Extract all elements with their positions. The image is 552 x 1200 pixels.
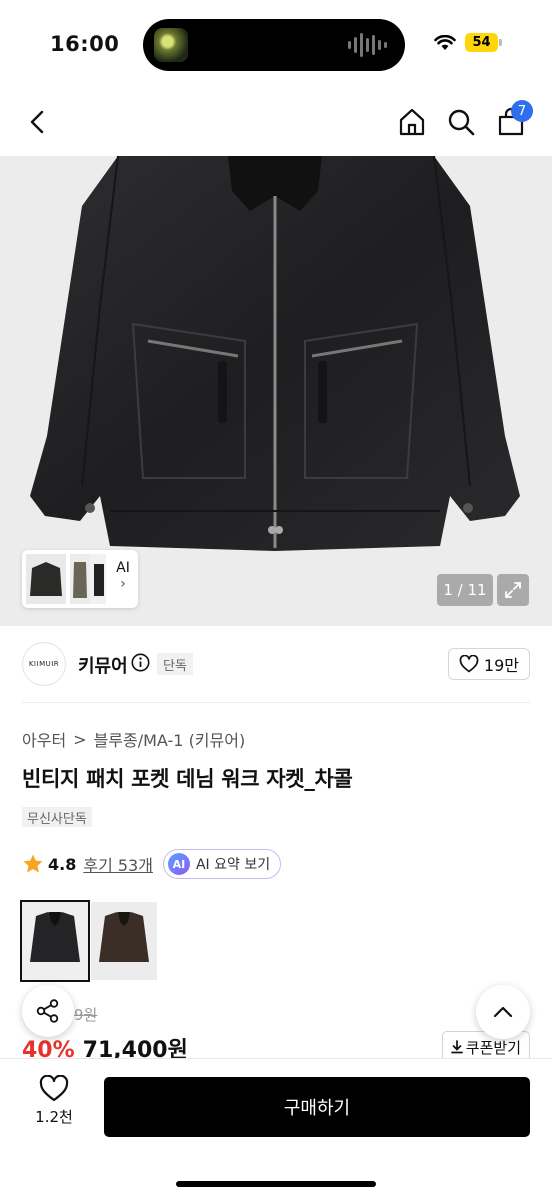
brand-name[interactable]: 키뮤어 xyxy=(78,652,128,678)
swatch-image-brown xyxy=(91,902,157,980)
ai-badge-icon: AI xyxy=(167,853,190,875)
wishlist-count: 1.2천 xyxy=(35,1108,73,1126)
cart-button[interactable]: 7 xyxy=(491,100,533,142)
back-button[interactable] xyxy=(18,102,58,142)
product-title: 빈티지 패치 포켓 데님 워크 자켓_차콜 xyxy=(22,767,353,791)
breadcrumb-separator: > xyxy=(73,729,87,749)
expand-icon xyxy=(505,582,521,598)
search-button[interactable] xyxy=(441,102,481,142)
fullscreen-button[interactable] xyxy=(497,574,529,606)
reviews-link[interactable]: 후기 53개 xyxy=(83,852,153,876)
home-icon xyxy=(399,108,425,136)
image-page-counter: 1 / 11 xyxy=(437,574,493,606)
breadcrumb: 아우터 > 블루종/MA-1 (키뮤어) xyxy=(22,727,245,751)
ai-label: AI xyxy=(116,560,130,576)
breadcrumb-category[interactable]: 아우터 xyxy=(22,727,66,751)
wishlist-button[interactable]: 1.2천 xyxy=(22,1075,86,1127)
heart-icon xyxy=(459,655,479,673)
info-icon[interactable] xyxy=(131,653,150,672)
brand-logo[interactable]: KIIMUIR xyxy=(22,642,66,686)
chevron-left-icon xyxy=(30,110,44,134)
rating-value: 4.8 xyxy=(48,854,77,874)
share-icon xyxy=(36,999,59,1023)
coupon-label: 쿠폰받기 xyxy=(465,1038,521,1057)
buy-button[interactable]: 구매하기 xyxy=(104,1077,530,1137)
search-icon xyxy=(448,109,475,136)
now-playing-artwork xyxy=(154,28,188,62)
exclusive-tag: 단독 xyxy=(157,653,193,675)
ai-summary-button[interactable]: AI AI 요약 보기 xyxy=(162,849,282,879)
battery-icon: 54 xyxy=(465,33,502,52)
status-bar: 16:00 54 xyxy=(0,0,552,88)
section-divider xyxy=(22,702,530,703)
outfit-thumbnail-images xyxy=(26,554,106,604)
status-time: 16:00 xyxy=(50,32,120,56)
dynamic-island[interactable] xyxy=(143,19,405,71)
brand-like-button[interactable]: 19만 xyxy=(447,648,530,680)
original-price: 9원 xyxy=(74,1006,98,1024)
cart-count-badge: 7 xyxy=(511,100,533,122)
wifi-icon xyxy=(434,34,456,50)
chevron-up-icon xyxy=(493,1006,513,1018)
scroll-to-top-button[interactable] xyxy=(476,985,530,1039)
store-exclusive-tag: 무신사단독 xyxy=(22,807,92,827)
share-button[interactable] xyxy=(22,985,74,1037)
star-icon xyxy=(23,854,43,873)
battery-level: 54 xyxy=(465,33,498,52)
color-swatch-brown[interactable] xyxy=(91,902,157,980)
swatch-image-charcoal xyxy=(22,902,88,980)
breadcrumb-subcategory[interactable]: 블루종/MA-1 (키뮤어) xyxy=(94,727,246,751)
rating-row: 4.8 후기 53개 AI AI 요약 보기 xyxy=(22,849,282,879)
chevron-right-icon: › xyxy=(120,576,126,592)
ai-styling-label: AI › xyxy=(112,560,134,592)
heart-icon xyxy=(39,1075,69,1102)
brand-row: KIIMUIR 키뮤어 단독 19만 xyxy=(0,626,552,702)
home-indicator[interactable] xyxy=(176,1181,376,1187)
status-icons: 54 xyxy=(434,33,502,52)
purchase-bar: 1.2천 구매하기 xyxy=(0,1058,552,1200)
audio-waveform-icon xyxy=(348,32,387,58)
color-swatch-charcoal[interactable] xyxy=(20,900,90,982)
home-button[interactable] xyxy=(392,102,432,142)
download-icon xyxy=(450,1040,463,1054)
brand-like-count: 19만 xyxy=(483,656,519,675)
ai-outfit-thumbnails[interactable]: AI › xyxy=(22,550,138,608)
ai-summary-label: AI 요약 보기 xyxy=(195,857,271,873)
top-nav: 7 xyxy=(0,88,552,156)
